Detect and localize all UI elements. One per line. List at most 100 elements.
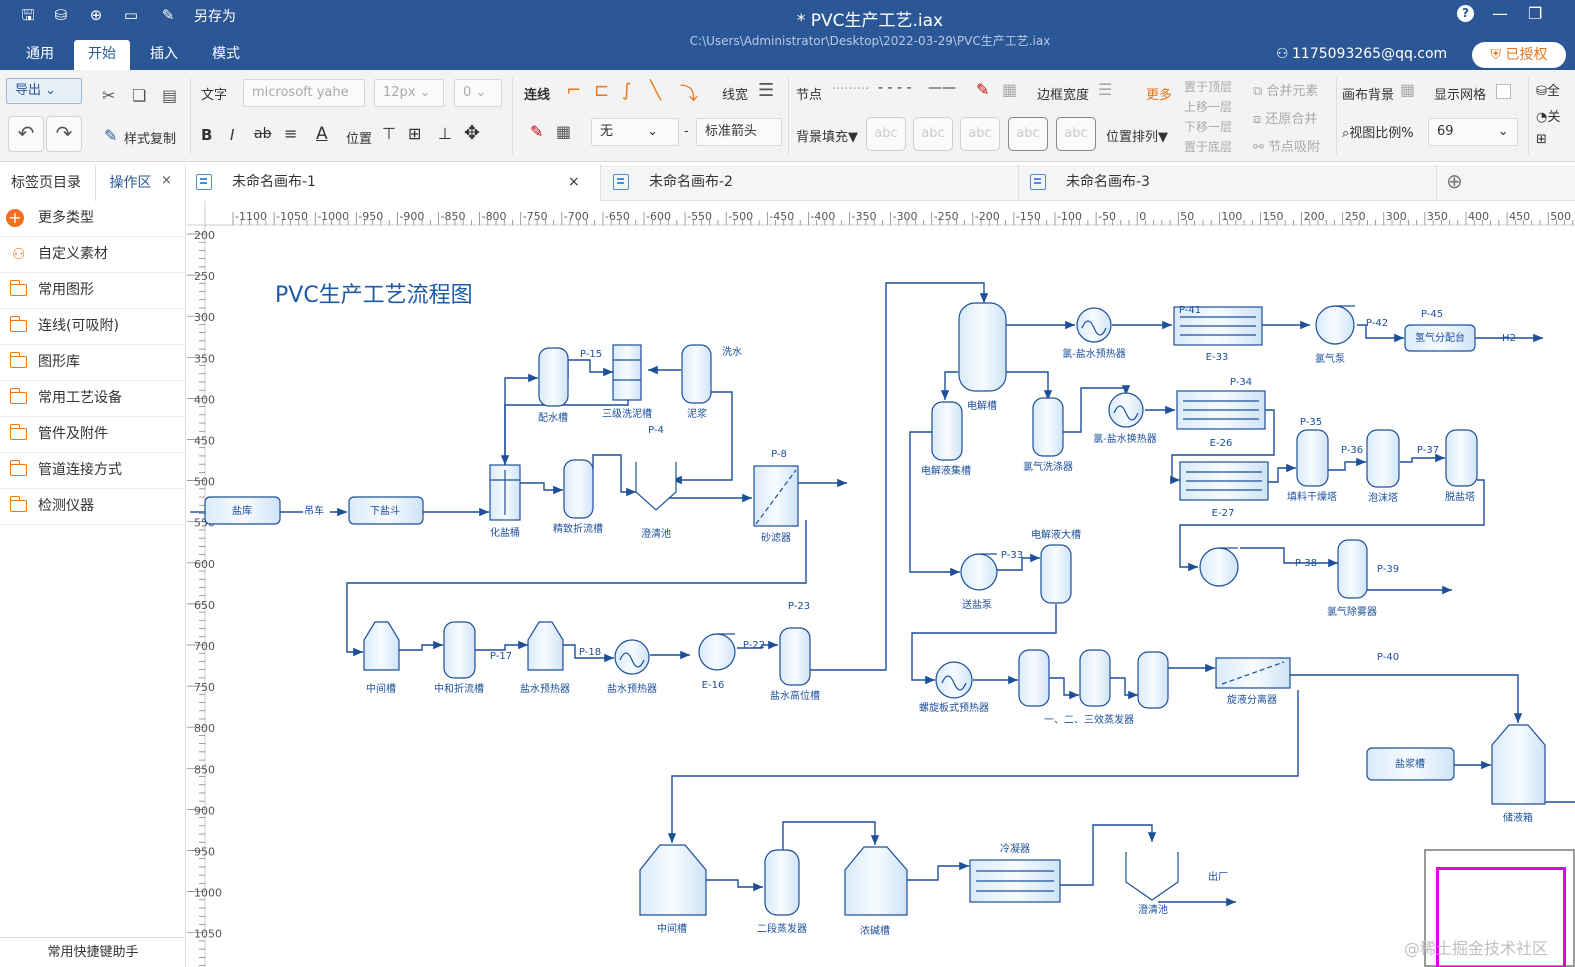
sidebar-item-instruments[interactable]: 检测仪器 bbox=[0, 489, 186, 525]
shortcut-helper[interactable]: 常用快捷键助手 bbox=[0, 937, 186, 967]
arrange-dropdown[interactable]: 位置排列▼ bbox=[1106, 126, 1168, 145]
dashed-line-icon[interactable]: - - - - bbox=[878, 80, 912, 96]
equipment-label: E-33 bbox=[1206, 352, 1229, 363]
connector-straight-icon[interactable]: ╲ bbox=[650, 80, 661, 101]
select-all-button[interactable]: ⛁全 bbox=[1536, 80, 1560, 99]
merge-button[interactable]: ⧉ 合并元素 bbox=[1253, 80, 1318, 99]
equipment-label: P-36 bbox=[1341, 445, 1363, 456]
tab-canvas-2[interactable]: 未命名画布-2 bbox=[603, 165, 1019, 201]
folder-icon bbox=[9, 424, 27, 440]
canvas-background-label[interactable]: 画布背景 bbox=[1342, 84, 1394, 103]
border-width-label[interactable]: 边框宽度 bbox=[1037, 84, 1089, 103]
tab-canvas-1[interactable]: 未命名画布-1 × bbox=[187, 165, 601, 201]
redo-icon[interactable]: ↷ bbox=[46, 116, 82, 152]
letter-spacing-select[interactable]: 0 ⌄ bbox=[454, 79, 502, 107]
diagram-canvas[interactable]: -1100 -1050 -1000 -950 -900 -850 -800 -750 -700-… bbox=[187, 201, 1575, 967]
minimize-icon[interactable]: — bbox=[1492, 4, 1508, 23]
arrow-start-select[interactable]: 无 ⌄ bbox=[591, 118, 679, 146]
border-width-icon[interactable]: ☰ bbox=[1098, 80, 1112, 99]
menu-general[interactable]: 通用 bbox=[12, 40, 68, 70]
license-badge[interactable]: ⛨ 已授权 bbox=[1472, 42, 1566, 68]
license-label: 已授权 bbox=[1505, 47, 1548, 63]
line-width-icon[interactable]: ☰ bbox=[758, 80, 774, 101]
equipment-label: P-15 bbox=[580, 349, 602, 360]
dotted-line-icon[interactable]: ········· bbox=[832, 82, 869, 97]
equipment-label: 盐库 bbox=[232, 504, 252, 517]
bold-icon[interactable]: B bbox=[201, 126, 212, 144]
menu-insert[interactable]: 插入 bbox=[136, 40, 192, 70]
close-icon[interactable]: × bbox=[161, 173, 172, 188]
equipment-label: 盐水高位槽 bbox=[770, 689, 820, 702]
sidebar-item-process-equipment[interactable]: 常用工艺设备 bbox=[0, 381, 186, 417]
node-snap-button[interactable]: ⚯ 节点吸附 bbox=[1253, 136, 1320, 155]
maximize-icon[interactable]: ❐ bbox=[1528, 4, 1542, 23]
connector-curve-icon[interactable]: ∫ bbox=[622, 80, 631, 101]
menu-start[interactable]: 开始 bbox=[74, 40, 130, 70]
style-swatch-4[interactable]: abc bbox=[1008, 117, 1048, 151]
format-painter-button[interactable]: 样式复制 bbox=[124, 128, 176, 147]
background-fill-dropdown[interactable]: 背景填充▼ bbox=[796, 126, 858, 145]
close-icon[interactable]: × bbox=[568, 165, 580, 199]
right-tool-icon[interactable]: ⊞ bbox=[1536, 132, 1547, 147]
menu-mode[interactable]: 模式 bbox=[198, 40, 254, 70]
sidebar-item-shape-library[interactable]: 图形库 bbox=[0, 345, 186, 381]
italic-icon[interactable]: I bbox=[230, 126, 234, 144]
solid-line-icon[interactable]: —— bbox=[928, 80, 956, 96]
tab-operation-area[interactable]: 操作区 bbox=[95, 165, 165, 201]
more-button[interactable]: 更多 bbox=[1146, 84, 1172, 103]
line-pattern-icon[interactable]: ▦ bbox=[556, 122, 571, 141]
unmerge-button[interactable]: ⧈ 还原合并 bbox=[1253, 108, 1317, 127]
account-email[interactable]: 1175093265@qq.com bbox=[1292, 46, 1447, 62]
help-icon[interactable]: ? bbox=[1457, 5, 1474, 22]
move-icon[interactable]: ✥ bbox=[464, 122, 480, 144]
diagram-title[interactable]: PVC生产工艺流程图 bbox=[275, 283, 473, 308]
ruler-label: 850 bbox=[194, 763, 215, 776]
canvas-background-icon[interactable]: ▦ bbox=[1400, 80, 1415, 99]
send-to-back[interactable]: 置于底层 bbox=[1184, 138, 1232, 155]
font-size-select[interactable]: 12px ⌄ bbox=[374, 79, 444, 107]
sidebar-item-more-types[interactable]: + 更多类型 bbox=[0, 201, 186, 237]
line-width-label[interactable]: 线宽 bbox=[722, 84, 748, 103]
bring-forward[interactable]: 上移一层 bbox=[1184, 98, 1232, 115]
style-swatch-3[interactable]: abc bbox=[960, 117, 1000, 151]
style-swatch-5[interactable]: abc bbox=[1056, 117, 1096, 151]
align-icon[interactable]: ≡ bbox=[284, 124, 297, 143]
align-bottom-icon[interactable]: ⊥ bbox=[438, 124, 452, 143]
arrow-end-select[interactable]: 标准箭头 bbox=[696, 118, 782, 146]
border-color-icon[interactable]: ✎ bbox=[976, 80, 989, 99]
sidebar-item-pipe-connections[interactable]: 管道连接方式 bbox=[0, 453, 186, 489]
strikethrough-icon[interactable]: ab bbox=[254, 126, 271, 142]
connector-orthogonal-icon[interactable]: ⌐ bbox=[566, 80, 581, 101]
tab-label-directory[interactable]: 标签页目录 bbox=[11, 165, 81, 201]
style-swatch-1[interactable]: abc bbox=[866, 117, 906, 151]
sidebar-item-common-shapes[interactable]: 常用图形 bbox=[0, 273, 186, 309]
cut-icon[interactable]: ✂ bbox=[102, 86, 115, 105]
ruler-label: -800 bbox=[482, 210, 507, 223]
right-tool-button[interactable]: ◔关 bbox=[1536, 106, 1560, 125]
user-icon: ⚇ bbox=[1276, 46, 1289, 62]
format-painter-icon[interactable]: ✎ bbox=[104, 126, 117, 145]
copy-icon[interactable]: ❏ bbox=[132, 86, 146, 105]
style-swatch-2[interactable]: abc bbox=[913, 117, 953, 151]
sidebar-item-custom-assets[interactable]: ⚇ 自定义素材 bbox=[0, 237, 186, 273]
font-color-icon[interactable]: A bbox=[316, 124, 328, 144]
sidebar-item-connectors[interactable]: 连线(可吸附) bbox=[0, 309, 186, 345]
font-family-input[interactable]: microsoft yahe bbox=[243, 79, 365, 107]
paste-icon[interactable]: ▤ bbox=[162, 86, 177, 105]
undo-icon[interactable]: ↶ bbox=[8, 116, 44, 152]
position-label[interactable]: 位置 bbox=[346, 128, 372, 147]
export-dropdown[interactable]: 导出 ⌄ bbox=[6, 78, 82, 104]
line-color-icon[interactable]: ✎ bbox=[530, 122, 543, 141]
add-tab-icon[interactable]: ⊕ bbox=[1446, 169, 1463, 193]
bring-to-front[interactable]: 置于顶层 bbox=[1184, 78, 1232, 95]
send-backward[interactable]: 下移一层 bbox=[1184, 118, 1232, 135]
sidebar-item-fittings[interactable]: 管件及附件 bbox=[0, 417, 186, 453]
connector-polyline-icon[interactable]: ⤵ bbox=[680, 80, 698, 106]
align-center-icon[interactable]: ⊞ bbox=[408, 124, 421, 143]
connector-elbow-icon[interactable]: ⊏ bbox=[594, 80, 609, 101]
align-top-icon[interactable]: ⊤ bbox=[382, 124, 396, 143]
zoom-select[interactable]: 69 ⌄ bbox=[1428, 118, 1518, 146]
show-grid-checkbox[interactable] bbox=[1496, 84, 1511, 99]
tab-canvas-3[interactable]: 未命名画布-3 bbox=[1021, 165, 1437, 201]
border-pattern-icon[interactable]: ▦ bbox=[1002, 80, 1017, 99]
